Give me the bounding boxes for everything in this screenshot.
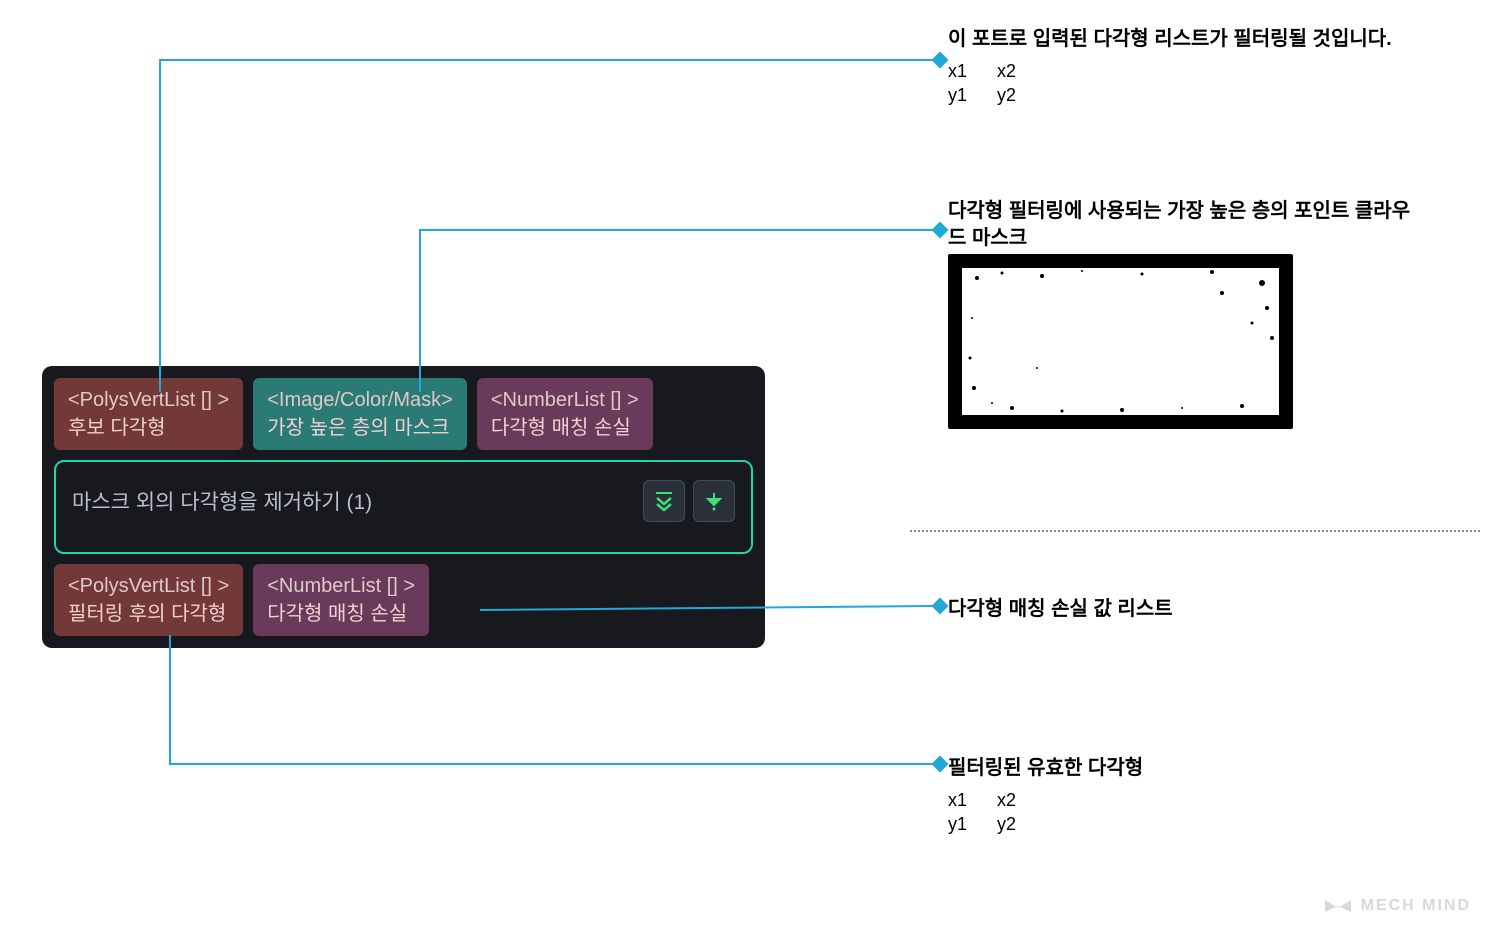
node-actions	[643, 480, 735, 522]
mask-preview-image	[948, 254, 1293, 429]
output-port-loss[interactable]: <NumberList [] > 다각형 매칭 손실	[253, 564, 429, 636]
output-port-filtered[interactable]: <PolysVertList [] > 필터링 후의 다각형	[54, 564, 243, 636]
divider-dotted	[910, 530, 1480, 532]
mask-noise-icon	[962, 268, 1279, 415]
port-type-label: <PolysVertList [] >	[68, 386, 229, 414]
port-type-label: <NumberList [] >	[267, 572, 415, 600]
port-label: 다각형 매칭 손실	[267, 600, 415, 628]
annotation-marker	[932, 222, 949, 239]
output-ports-row: <PolysVertList [] > 필터링 후의 다각형 <NumberLi…	[54, 564, 753, 636]
annotation-output-filtered: 필터링된 유효한 다각형 x1 x2 y1 y2	[948, 755, 1418, 837]
sub-y2: y2	[997, 83, 1016, 107]
annotation-marker	[932, 52, 949, 69]
sub-x1: x1	[948, 788, 967, 812]
annotation-input-polys: 이 포트로 입력된 다각형 리스트가 필터링될 것입니다. x1 x2 y1 y…	[948, 26, 1418, 108]
node-container: <PolysVertList [] > 후보 다각형 <Image/Color/…	[42, 366, 765, 648]
logo-icon	[1323, 896, 1353, 916]
annotation-output-loss: 다각형 매칭 손실 값 리스트	[948, 596, 1418, 623]
input-port-loss[interactable]: <NumberList [] > 다각형 매칭 손실	[477, 378, 653, 450]
watermark: MECH MIND	[1323, 896, 1471, 916]
port-label: 후보 다각형	[68, 414, 229, 442]
annotation-marker	[932, 756, 949, 773]
sub-x2: x2	[997, 788, 1016, 812]
annotation-title: 다각형 필터링에 사용되는 가장 높은 층의 포인트 클라우드 마스크	[948, 198, 1418, 252]
sub-y1: y1	[948, 812, 967, 836]
port-label: 다각형 매칭 손실	[491, 414, 639, 442]
annotation-marker	[932, 598, 949, 615]
watermark-text: MECH MIND	[1361, 897, 1471, 915]
arrow-down-button[interactable]	[693, 480, 735, 522]
expand-button[interactable]	[643, 480, 685, 522]
input-port-polys[interactable]: <PolysVertList [] > 후보 다각형	[54, 378, 243, 450]
annotation-title: 다각형 매칭 손실 값 리스트	[948, 596, 1418, 623]
annotation-sub: x1 x2 y1 y2	[948, 788, 1418, 837]
node-title: 마스크 외의 다각형을 제거하기 (1)	[72, 486, 372, 516]
input-ports-row: <PolysVertList [] > 후보 다각형 <Image/Color/…	[54, 378, 753, 450]
node-title-block[interactable]: 마스크 외의 다각형을 제거하기 (1)	[54, 460, 753, 554]
sub-x2: x2	[997, 59, 1016, 83]
sub-y2: y2	[997, 812, 1016, 836]
input-port-mask[interactable]: <Image/Color/Mask> 가장 높은 층의 마스크	[253, 378, 467, 450]
port-type-label: <Image/Color/Mask>	[267, 386, 453, 414]
port-label: 필터링 후의 다각형	[68, 600, 229, 628]
port-type-label: <PolysVertList [] >	[68, 572, 229, 600]
annotation-sub: x1 x2 y1 y2	[948, 59, 1418, 108]
arrow-down-icon	[704, 491, 724, 511]
port-label: 가장 높은 층의 마스크	[267, 414, 453, 442]
annotation-input-mask: 다각형 필터링에 사용되는 가장 높은 층의 포인트 클라우드 마스크	[948, 198, 1418, 252]
annotation-title: 이 포트로 입력된 다각형 리스트가 필터링될 것입니다.	[948, 26, 1418, 53]
sub-y1: y1	[948, 83, 967, 107]
port-type-label: <NumberList [] >	[491, 386, 639, 414]
chevron-down-double-icon	[653, 490, 675, 512]
sub-x1: x1	[948, 59, 967, 83]
annotation-title: 필터링된 유효한 다각형	[948, 755, 1418, 782]
